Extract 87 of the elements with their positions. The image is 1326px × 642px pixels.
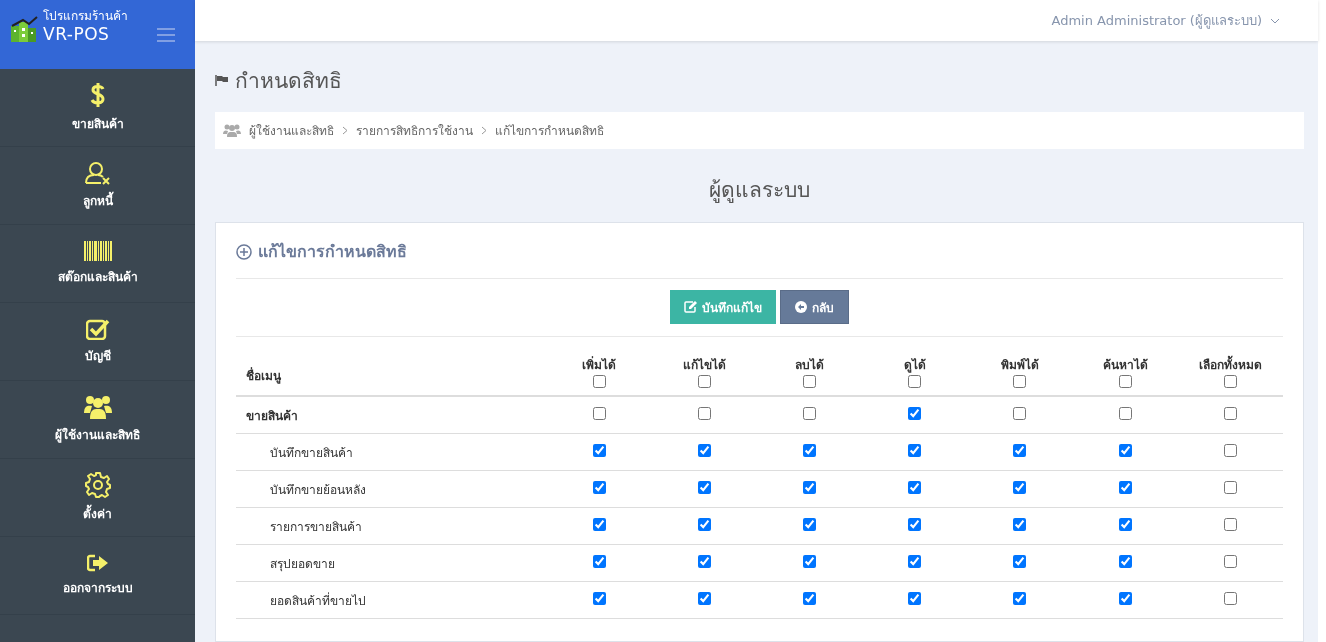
users-icon xyxy=(83,395,112,419)
permission-checkbox[interactable] xyxy=(592,592,606,605)
role-title: ผู้ดูแลระบบ xyxy=(708,177,811,205)
permission-checkbox[interactable] xyxy=(1118,407,1132,420)
permission-checkbox[interactable] xyxy=(1223,555,1237,568)
chevron-down-icon xyxy=(1270,17,1280,24)
permission-checkbox[interactable] xyxy=(908,444,922,457)
permission-checkbox[interactable] xyxy=(592,518,606,531)
permission-checkbox[interactable] xyxy=(1013,444,1027,457)
menu-item-label: บันทึกขายย้อนหลัง xyxy=(270,482,366,497)
permission-checkbox[interactable] xyxy=(908,518,922,531)
permission-checkbox[interactable] xyxy=(592,407,606,420)
chevron-right-icon xyxy=(342,126,348,135)
select-all-checkbox[interactable] xyxy=(803,375,817,388)
permission-checkbox[interactable] xyxy=(803,407,817,420)
permission-checkbox[interactable] xyxy=(1013,592,1027,605)
select-all-checkbox[interactable] xyxy=(697,375,711,388)
permission-checkbox[interactable] xyxy=(1118,444,1132,457)
checkbox-icon xyxy=(85,318,110,340)
permission-checkbox[interactable] xyxy=(908,592,922,605)
user-icon xyxy=(84,161,111,185)
select-all-checkbox[interactable] xyxy=(1223,375,1237,388)
permission-checkbox[interactable] xyxy=(1013,518,1027,531)
permission-checkbox[interactable] xyxy=(1013,407,1027,420)
brand-subtitle: โปรแกรมร้านค้า xyxy=(43,8,129,24)
column-header: เพิ่มได้ xyxy=(581,355,618,374)
barcode-icon xyxy=(83,241,112,261)
permission-checkbox[interactable] xyxy=(1013,555,1027,568)
permission-checkbox[interactable] xyxy=(592,444,606,457)
permission-checkbox[interactable] xyxy=(803,518,817,531)
plus-circle-icon xyxy=(236,243,252,260)
menu-item-label: ยอดสินค้าที่ขายไป xyxy=(270,593,366,608)
permission-checkbox[interactable] xyxy=(697,518,711,531)
permission-checkbox[interactable] xyxy=(1223,592,1237,605)
permission-checkbox[interactable] xyxy=(908,481,922,494)
dollar-icon xyxy=(89,82,106,108)
menu-item-label: สรุปยอดขาย xyxy=(270,556,335,571)
menu-group-label: ขายสินค้า xyxy=(246,408,298,423)
permission-checkbox[interactable] xyxy=(1223,407,1237,420)
page-title: กำหนดสิทธิ xyxy=(235,67,342,95)
logo-icon xyxy=(9,16,39,44)
breadcrumb-link[interactable]: รายการสิทธิการใช้งาน xyxy=(356,121,473,140)
permission-checkbox[interactable] xyxy=(803,555,817,568)
arrow-left-circle-icon xyxy=(795,301,807,313)
permission-checkbox[interactable] xyxy=(592,555,606,568)
column-header: ชื่อเมนู xyxy=(246,369,281,383)
permission-checkbox[interactable] xyxy=(1118,592,1132,605)
permission-checkbox[interactable] xyxy=(1223,444,1237,457)
card-title: แก้ไขการกำหนดสิทธิ xyxy=(258,241,407,263)
brand-name: VR-POS xyxy=(43,24,111,44)
select-all-checkbox[interactable] xyxy=(592,375,606,388)
users-icon xyxy=(223,124,241,137)
permission-checkbox[interactable] xyxy=(697,592,711,605)
menu-item-label: รายการขายสินค้า xyxy=(270,519,362,534)
permission-checkbox[interactable] xyxy=(697,444,711,457)
permission-checkbox[interactable] xyxy=(1118,555,1132,568)
back-button[interactable]: กลับ xyxy=(780,290,849,324)
permission-checkbox[interactable] xyxy=(592,481,606,494)
menu-item-label: บันทึกขายสินค้า xyxy=(270,445,353,460)
column-header: ลบได้ xyxy=(794,357,826,374)
permission-checkbox[interactable] xyxy=(1013,481,1027,494)
edit-icon xyxy=(684,301,697,313)
permission-checkbox[interactable] xyxy=(1223,481,1237,494)
settings-icon xyxy=(84,472,111,498)
permission-checkbox[interactable] xyxy=(1118,481,1132,494)
permission-checkbox[interactable] xyxy=(1223,518,1237,531)
select-all-checkbox[interactable] xyxy=(1013,375,1027,388)
chevron-right-icon xyxy=(481,126,487,135)
exit-icon xyxy=(86,554,109,572)
column-header: เลือกทั้งหมด xyxy=(1177,355,1283,374)
column-header: แก้ไขได้ xyxy=(681,357,727,374)
permission-checkbox[interactable] xyxy=(803,444,817,457)
permission-checkbox[interactable] xyxy=(908,555,922,568)
permission-checkbox[interactable] xyxy=(697,407,711,420)
permission-checkbox[interactable] xyxy=(803,481,817,494)
column-header: พิมพ์ได้ xyxy=(999,357,1040,374)
permission-checkbox[interactable] xyxy=(908,407,922,420)
select-all-checkbox[interactable] xyxy=(1118,375,1132,388)
column-header: ค้นหาได้ xyxy=(1101,357,1149,374)
permission-checkbox[interactable] xyxy=(1118,518,1132,531)
breadcrumb-link[interactable]: ผู้ใช้งานและสิทธิ xyxy=(249,121,334,140)
select-all-checkbox[interactable] xyxy=(908,375,922,388)
flag-icon xyxy=(215,74,229,86)
column-header: ดูได้ xyxy=(902,357,927,374)
permission-checkbox[interactable] xyxy=(803,592,817,605)
permission-checkbox[interactable] xyxy=(697,481,711,494)
permission-checkbox[interactable] xyxy=(697,555,711,568)
